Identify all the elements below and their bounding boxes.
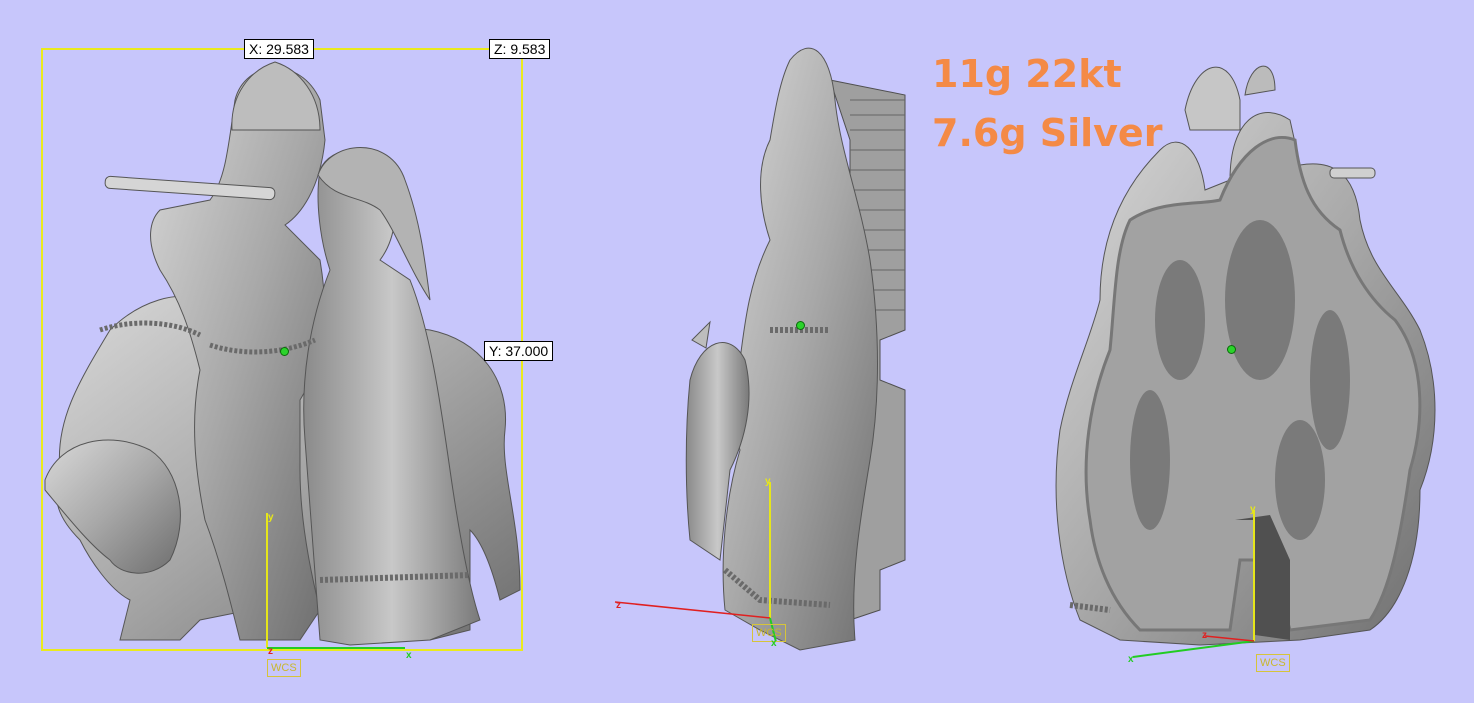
side-view-model[interactable] <box>685 47 906 651</box>
axis-z-tag-back: z <box>1202 630 1207 641</box>
pivot-marker-side[interactable] <box>796 321 805 330</box>
axis-z-tag-front: z <box>268 646 273 657</box>
3d-viewport[interactable]: X: 29.583 Z: 9.583 Y: 37.000 11g 22kt 7.… <box>0 0 1474 703</box>
axis-x-tag-side: x <box>771 638 777 649</box>
wcs-label-back: WCS <box>1256 654 1290 672</box>
axis-y-tag-side: y <box>765 476 771 487</box>
wcs-label-side: WCS <box>752 624 786 642</box>
pivot-marker-back[interactable] <box>1227 345 1236 354</box>
axis-y-tag-front: y <box>268 512 274 523</box>
axis-x-tag-front: x <box>406 650 412 661</box>
dimension-y-label: Y: 37.000 <box>484 341 554 361</box>
wcs-label-front: WCS <box>267 659 301 677</box>
gold-weight-text: 11g 22kt <box>932 52 1122 96</box>
pivot-marker-front[interactable] <box>280 347 289 356</box>
dimension-z-label: Z: 9.583 <box>489 39 551 59</box>
dimension-x-label: X: 29.583 <box>244 39 314 59</box>
axis-y-tag-back: y <box>1250 504 1256 515</box>
axis-z-tag-side: z <box>616 600 621 611</box>
silver-weight-text: 7.6g Silver <box>932 111 1163 155</box>
axis-x-tag-back: x <box>1128 654 1134 665</box>
